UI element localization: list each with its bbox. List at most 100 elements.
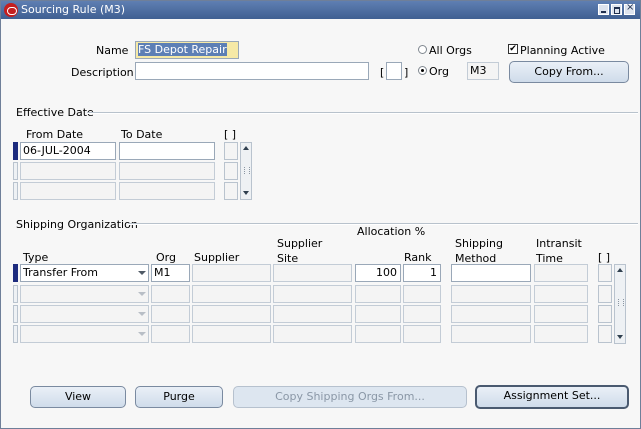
close-button[interactable] bbox=[624, 2, 635, 15]
shipping-method-cell[interactable] bbox=[451, 305, 531, 323]
scroll-grip-icon[interactable] bbox=[618, 299, 624, 306]
description-label: Description bbox=[71, 66, 134, 79]
type-select[interactable] bbox=[20, 285, 149, 303]
row-indicator[interactable] bbox=[13, 142, 18, 160]
allocation-cell[interactable] bbox=[355, 305, 401, 323]
supplier-site-cell[interactable] bbox=[273, 305, 352, 323]
org-cell[interactable] bbox=[151, 325, 190, 343]
rank-cell[interactable] bbox=[403, 325, 441, 343]
flex-cell[interactable] bbox=[224, 142, 238, 160]
type-select[interactable] bbox=[20, 305, 149, 323]
shipping-method-cell[interactable] bbox=[451, 285, 531, 303]
org-label: Org bbox=[429, 65, 449, 78]
from-date-field[interactable]: 06-JUL-2004 bbox=[20, 142, 116, 160]
effective-date-flex-header: [ ] bbox=[224, 128, 237, 141]
minimize-button[interactable] bbox=[598, 4, 609, 15]
intransit-time-cell[interactable] bbox=[534, 264, 588, 282]
type-value: Transfer From bbox=[23, 266, 98, 279]
org-cell[interactable] bbox=[151, 305, 190, 323]
chevron-down-icon[interactable] bbox=[138, 312, 146, 316]
description-field[interactable] bbox=[135, 62, 369, 80]
type-select[interactable] bbox=[20, 325, 149, 343]
name-label: Name bbox=[96, 44, 129, 57]
from-date-header: From Date bbox=[26, 128, 84, 141]
all-orgs-label: All Orgs bbox=[429, 44, 472, 57]
shipping-org-section-title: Shipping Organization bbox=[16, 218, 138, 231]
to-date-field[interactable] bbox=[119, 162, 215, 180]
to-date-field[interactable] bbox=[119, 142, 215, 160]
shipping-method-cell[interactable] bbox=[451, 264, 531, 282]
supplier-cell[interactable] bbox=[192, 305, 271, 323]
row-indicator[interactable] bbox=[13, 305, 18, 323]
copy-from-button[interactable]: Copy From... bbox=[509, 61, 629, 83]
supplier-header: Supplier bbox=[194, 251, 240, 264]
from-date-field[interactable] bbox=[20, 182, 116, 200]
chevron-down-icon[interactable] bbox=[138, 271, 146, 275]
scroll-down-icon[interactable] bbox=[243, 191, 249, 195]
org-field[interactable]: M3 bbox=[467, 62, 499, 80]
rank-header: Rank bbox=[404, 251, 432, 264]
shipping-method-cell[interactable] bbox=[451, 325, 531, 343]
row-indicator[interactable] bbox=[13, 182, 18, 200]
copy-shipping-orgs-button[interactable]: Copy Shipping Orgs From... bbox=[233, 386, 467, 408]
to-date-field[interactable] bbox=[119, 182, 215, 200]
name-value: FS Depot Repair bbox=[138, 43, 227, 56]
row-indicator[interactable] bbox=[13, 325, 18, 343]
scroll-grip-icon[interactable] bbox=[244, 167, 250, 174]
view-button[interactable]: View bbox=[30, 386, 126, 408]
intransit-time-cell[interactable] bbox=[534, 285, 588, 303]
planning-active-label: Planning Active bbox=[520, 44, 605, 57]
flexfield-input[interactable] bbox=[386, 62, 402, 80]
shipping-org-separator bbox=[128, 223, 638, 225]
org-radio[interactable] bbox=[418, 66, 427, 75]
row-indicator[interactable] bbox=[13, 285, 18, 303]
all-orgs-radio[interactable] bbox=[418, 45, 427, 54]
allocation-cell[interactable] bbox=[355, 285, 401, 303]
allocation-header: Allocation % bbox=[357, 225, 426, 238]
supplier-cell[interactable] bbox=[192, 264, 271, 282]
row-indicator[interactable] bbox=[13, 264, 18, 282]
flex-cell[interactable] bbox=[224, 182, 238, 200]
supplier-site-cell[interactable] bbox=[273, 325, 352, 343]
org-cell[interactable] bbox=[151, 285, 190, 303]
chevron-down-icon[interactable] bbox=[138, 332, 146, 336]
effective-date-separator bbox=[87, 112, 638, 114]
shipping-scrollbar[interactable] bbox=[614, 264, 626, 344]
intransit-time-cell[interactable] bbox=[534, 305, 588, 323]
planning-active-checkbox[interactable]: ✔ bbox=[508, 44, 518, 54]
rank-cell[interactable] bbox=[403, 305, 441, 323]
supplier-cell[interactable] bbox=[192, 325, 271, 343]
maximize-button[interactable] bbox=[611, 4, 622, 15]
rank-cell[interactable]: 1 bbox=[403, 264, 441, 282]
flex-cell[interactable] bbox=[598, 264, 612, 282]
purge-button[interactable]: Purge bbox=[135, 386, 223, 408]
flex-cell[interactable] bbox=[598, 285, 612, 303]
rank-cell[interactable] bbox=[403, 285, 441, 303]
intransit-time-cell[interactable] bbox=[534, 325, 588, 343]
shipping-flex-header: [ ] bbox=[598, 251, 611, 264]
from-date-field[interactable] bbox=[20, 162, 116, 180]
scroll-down-icon[interactable] bbox=[617, 335, 623, 339]
scroll-up-icon[interactable] bbox=[617, 268, 623, 272]
shipping-method-header: Shipping Method bbox=[455, 237, 503, 265]
flex-cell[interactable] bbox=[224, 162, 238, 180]
name-field[interactable]: FS Depot Repair bbox=[135, 41, 239, 59]
flex-cell[interactable] bbox=[598, 305, 612, 323]
supplier-site-cell[interactable] bbox=[273, 285, 352, 303]
allocation-cell[interactable] bbox=[355, 325, 401, 343]
supplier-cell[interactable] bbox=[192, 285, 271, 303]
org-cell[interactable]: M1 bbox=[151, 264, 190, 282]
supplier-site-cell[interactable] bbox=[273, 264, 352, 282]
assignment-set-button[interactable]: Assignment Set... bbox=[475, 385, 629, 409]
allocation-cell[interactable]: 100 bbox=[355, 264, 401, 282]
effective-date-scrollbar[interactable] bbox=[240, 142, 252, 200]
type-select[interactable]: Transfer From bbox=[20, 264, 149, 282]
chevron-down-icon[interactable] bbox=[138, 292, 146, 296]
row-indicator[interactable] bbox=[13, 162, 18, 180]
effective-date-section-title: Effective Date bbox=[16, 106, 94, 119]
org-header: Org bbox=[156, 251, 176, 264]
title-bar: Sourcing Rule (M3) bbox=[1, 1, 640, 19]
window-title: Sourcing Rule (M3) bbox=[21, 3, 126, 16]
scroll-up-icon[interactable] bbox=[243, 146, 249, 150]
flex-cell[interactable] bbox=[598, 325, 612, 343]
